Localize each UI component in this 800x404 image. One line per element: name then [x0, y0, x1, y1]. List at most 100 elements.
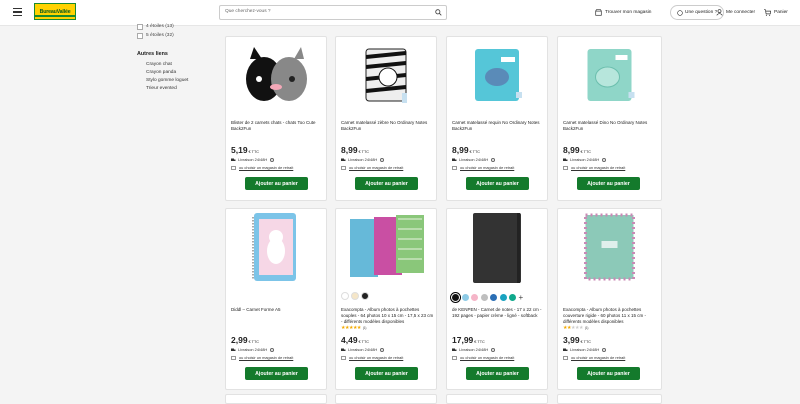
rating-stars: ★★★★★ (1) [341, 325, 367, 331]
variant-thumb[interactable] [361, 292, 369, 300]
pickup-link[interactable]: ou choisir un magasin de retrait [452, 355, 514, 360]
add-to-cart-button[interactable]: Ajouter au panier [577, 367, 640, 380]
delivery-info: Livraison 24/48H [452, 157, 496, 162]
store-icon [341, 356, 346, 360]
product-card[interactable]: + de KENPEN - Carnet de notes - 17 x 22 c… [446, 208, 548, 390]
color-swatch[interactable] [450, 292, 461, 303]
add-to-cart-button[interactable]: Ajouter au panier [466, 367, 529, 380]
add-to-cart-button[interactable]: Ajouter au panier [577, 177, 640, 190]
variant-thumb[interactable] [351, 292, 359, 300]
pickup-link[interactable]: ou choisir un magasin de retrait [341, 355, 403, 360]
delivery-info: Livraison 24/48H [341, 347, 385, 352]
cart-link[interactable]: Panier [764, 9, 788, 16]
pickup-link[interactable]: ou choisir un magasin de retrait [563, 355, 625, 360]
rating-filter-4[interactable]: 4 étoiles (13) [137, 22, 217, 31]
product-price: 8,99€ TTC [341, 145, 370, 155]
product-image[interactable] [336, 209, 436, 285]
filters-sidebar: 4 étoiles (13) 5 étoiles (32) Autres lie… [137, 22, 217, 94]
pickup-link[interactable]: ou choisir un magasin de retrait [231, 355, 293, 360]
product-image[interactable] [226, 209, 326, 285]
truck-icon [341, 158, 346, 161]
info-icon[interactable] [380, 347, 385, 352]
product-name[interactable]: Exacompta - Album photos à pochettes sou… [341, 307, 436, 325]
product-name[interactable]: Carnet matelassé requin No Ordinary Note… [452, 120, 547, 132]
product-image[interactable] [558, 209, 661, 285]
color-swatch[interactable] [480, 294, 488, 301]
delivery-info: Livraison 24/48H [231, 157, 275, 162]
product-name[interactable]: Exacompta - Album photos à pochettes cou… [563, 307, 658, 325]
product-image[interactable] [447, 37, 547, 113]
add-to-cart-button[interactable]: Ajouter au panier [355, 367, 418, 380]
color-swatch[interactable] [499, 294, 507, 301]
product-image[interactable] [226, 37, 326, 113]
search-input[interactable]: Que cherchez-vous ? [219, 5, 447, 20]
checkbox[interactable] [137, 23, 143, 30]
product-card[interactable]: Carnet matelassé zèbre No Ordinary Notes… [335, 36, 437, 201]
checkbox[interactable] [137, 32, 143, 39]
side-link[interactable]: Crayon chat [146, 62, 217, 70]
variant-thumbnails[interactable] [341, 292, 371, 300]
product-card[interactable] [225, 394, 327, 404]
add-to-cart-button[interactable]: Ajouter au panier [466, 177, 529, 190]
product-card[interactable]: Exacompta - Album photos à pochettes cou… [557, 208, 662, 390]
store-icon [452, 166, 457, 170]
user-icon [716, 9, 723, 16]
store-locator-link[interactable]: Trouver mon magasin [595, 9, 651, 16]
product-name[interactable]: Diddl – Carnet Forme A5 [231, 307, 326, 313]
store-icon [452, 356, 457, 360]
color-swatch[interactable] [461, 294, 469, 301]
brand-logo[interactable]: BureauVallée [34, 3, 76, 20]
info-icon[interactable] [602, 347, 607, 352]
store-icon [231, 356, 236, 360]
pickup-link[interactable]: ou choisir un magasin de retrait [231, 165, 293, 170]
product-name[interactable]: de KENPEN - Carnet de notes - 17 x 22 cm… [452, 307, 547, 319]
product-price: 2,99€ TTC [231, 335, 260, 345]
product-image[interactable] [447, 209, 547, 285]
other-links-title: Autres liens [137, 51, 168, 57]
side-link[interactable]: Crayon panda [146, 70, 217, 78]
info-icon[interactable] [270, 157, 275, 162]
truck-icon [231, 348, 236, 351]
truck-icon [231, 158, 236, 161]
product-name[interactable]: Carnet matelassé zèbre No Ordinary Notes… [341, 120, 436, 132]
product-image[interactable] [558, 37, 661, 113]
pickup-link[interactable]: ou choisir un magasin de retrait [341, 165, 403, 170]
product-image[interactable] [336, 37, 436, 113]
product-price: 5,19€ TTC [231, 145, 260, 155]
truck-icon [452, 158, 457, 161]
color-swatch[interactable] [509, 294, 516, 301]
side-link[interactable]: Trieur evented [146, 86, 217, 94]
info-icon[interactable] [602, 157, 607, 162]
product-price: 3,99€ TTC [563, 335, 592, 345]
product-card[interactable]: Carnet matelassé Dino No Ordinary Notes … [557, 36, 662, 201]
add-to-cart-button[interactable]: Ajouter au panier [245, 367, 308, 380]
delivery-info: Livraison 24/48H [563, 347, 607, 352]
product-card[interactable] [446, 394, 548, 404]
product-name[interactable]: Blister de 2 carnets chats - chats Too C… [231, 120, 326, 132]
side-link[interactable]: Stylo gomme loguet [146, 78, 217, 86]
product-card[interactable]: Exacompta - Album photos à pochettes sou… [335, 208, 437, 390]
menu-icon[interactable] [13, 8, 22, 16]
store-icon [231, 166, 236, 170]
add-to-cart-button[interactable]: Ajouter au panier [245, 177, 308, 190]
product-name[interactable]: Carnet matelassé Dino No Ordinary Notes … [563, 120, 658, 132]
pickup-link[interactable]: ou choisir un magasin de retrait [563, 165, 625, 170]
rating-filter-5[interactable]: 5 étoiles (32) [137, 31, 217, 40]
color-swatch[interactable] [471, 294, 478, 301]
info-icon[interactable] [270, 347, 275, 352]
color-swatch[interactable] [490, 294, 497, 301]
variant-thumb[interactable] [341, 292, 349, 300]
search-icon[interactable] [435, 9, 442, 16]
product-card[interactable] [557, 394, 662, 404]
product-card[interactable]: Diddl – Carnet Forme A5 2,99€ TTC Livraiso… [225, 208, 327, 390]
info-icon[interactable] [380, 157, 385, 162]
more-colors-icon[interactable]: + [519, 293, 524, 302]
product-card[interactable]: Carnet matelassé requin No Ordinary Note… [446, 36, 548, 201]
add-to-cart-button[interactable]: Ajouter au panier [355, 177, 418, 190]
login-link[interactable]: Me connecter [716, 9, 755, 16]
info-icon[interactable] [491, 347, 496, 352]
pickup-link[interactable]: ou choisir un magasin de retrait [452, 165, 514, 170]
product-card[interactable]: Blister de 2 carnets chats - chats Too C… [225, 36, 327, 201]
info-icon[interactable] [491, 157, 496, 162]
product-card[interactable] [335, 394, 437, 404]
